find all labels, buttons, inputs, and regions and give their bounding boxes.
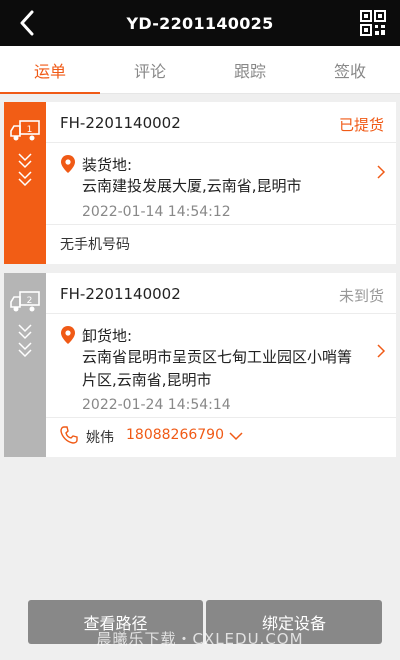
- card-status-strip: 1: [4, 102, 46, 264]
- divider: [46, 417, 396, 418]
- chevron-left-icon: [20, 10, 34, 36]
- tab-bar: 运单 评论 跟踪 签收: [0, 46, 400, 94]
- divider: [46, 224, 396, 225]
- card-index: 1: [27, 125, 33, 135]
- page-title: YD-2201140025: [126, 13, 274, 33]
- truck-icon: 2: [10, 291, 40, 312]
- top-header: YD-2201140025: [0, 0, 400, 46]
- chevron-right-icon[interactable]: [376, 164, 386, 180]
- address-text: 云南建投发展大厦,云南省,昆明市: [82, 177, 302, 195]
- status-badge: 已提货: [338, 116, 384, 134]
- contact-name: 姚伟: [86, 430, 114, 446]
- location-pin-icon: [61, 326, 75, 344]
- tab-tracking[interactable]: 跟踪: [200, 46, 300, 93]
- shipment-code: FH-2201140002: [60, 285, 181, 303]
- tab-comments[interactable]: 评论: [100, 46, 200, 93]
- chevron-right-icon[interactable]: [376, 343, 386, 359]
- tab-waybill[interactable]: 运单: [0, 46, 100, 94]
- shipment-card[interactable]: 1 FH-2201140002 已提货 装货地: 云南建投发展大厦,云南省,昆明…: [4, 102, 396, 264]
- shipment-code: FH-2201140002: [60, 114, 181, 132]
- location-label: 卸货地:: [82, 327, 133, 345]
- card-index: 2: [27, 296, 33, 306]
- status-badge: 未到货: [338, 287, 384, 305]
- back-button[interactable]: [12, 8, 42, 38]
- qr-code-button[interactable]: [358, 8, 388, 38]
- location-pin-icon: [61, 155, 75, 173]
- tab-signoff[interactable]: 签收: [300, 46, 400, 93]
- card-content: FH-2201140002 未到货 卸货地: 云南省昆明市呈贡区七甸工业园区小哨…: [46, 273, 396, 457]
- phone-note: 无手机号码: [60, 237, 130, 253]
- contact-phone[interactable]: 18088266790: [126, 427, 224, 443]
- timestamp: 2022-01-24 14:54:14: [82, 397, 231, 413]
- truck-icon: 1: [10, 120, 40, 141]
- divider: [46, 142, 396, 143]
- chevron-down-icon[interactable]: [228, 431, 244, 441]
- card-content: FH-2201140002 已提货 装货地: 云南建投发展大厦,云南省,昆明市 …: [46, 102, 396, 264]
- card-status-strip: 2: [4, 273, 46, 457]
- qr-code-icon: [360, 10, 386, 36]
- address-text: 云南省昆明市呈贡区七甸工业园区小哨箐片区,云南省,昆明市: [82, 348, 353, 389]
- double-chevron-down-icon: [17, 323, 33, 357]
- double-chevron-down-icon: [17, 152, 33, 186]
- divider: [46, 313, 396, 314]
- location-label: 装货地:: [82, 156, 133, 174]
- watermark: 晨曦乐下载・CXLEDU.COM: [96, 630, 304, 648]
- phone-icon: [60, 426, 78, 444]
- timestamp: 2022-01-14 14:54:12: [82, 204, 231, 220]
- shipment-card[interactable]: 2 FH-2201140002 未到货 卸货地: 云南省昆明市呈贡区七甸工业园区…: [4, 273, 396, 457]
